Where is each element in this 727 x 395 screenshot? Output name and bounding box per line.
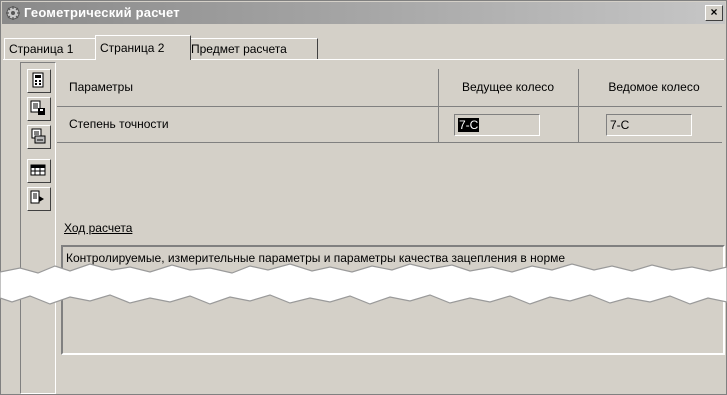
window-title: Геометрический расчет — [24, 5, 180, 20]
header-driving-wheel: Ведущее колесо — [461, 80, 555, 94]
driven-accuracy-field[interactable]: 7-C — [606, 114, 692, 136]
header-driven-wheel: Ведомое колесо — [608, 80, 700, 94]
export-button[interactable] — [27, 187, 51, 211]
side-toolbar — [20, 62, 56, 394]
app-icon — [5, 5, 21, 21]
close-button[interactable]: × — [705, 5, 723, 21]
table-row: Степень точности 7-C 7-C — [57, 106, 722, 143]
calc-log-link[interactable]: Ход расчета — [64, 221, 132, 235]
parameters-table: Параметры Ведущее колесо Ведомое колесо … — [57, 69, 722, 149]
dialog-window: Геометрический расчет × Страница 1 Стран… — [0, 0, 727, 395]
save-button[interactable] — [27, 97, 51, 121]
driving-accuracy-value: 7-C — [458, 118, 480, 132]
torn-paper-break — [0, 263, 727, 305]
driving-accuracy-field[interactable]: 7-C — [454, 114, 540, 136]
driven-accuracy-value: 7-C — [610, 118, 630, 132]
header-parameters: Параметры — [69, 80, 133, 94]
column-divider — [578, 69, 579, 143]
table-button[interactable] — [27, 159, 51, 183]
title-bar[interactable]: Геометрический расчет × — [2, 2, 725, 24]
row-label-accuracy-grade: Степень точности — [69, 117, 169, 131]
column-divider — [438, 69, 439, 143]
table-header-row: Параметры Ведущее колесо Ведомое колесо — [57, 69, 722, 107]
tab-page-1[interactable]: Страница 1 — [4, 38, 100, 60]
tab-calc-subject[interactable]: Предмет расчета — [186, 38, 318, 60]
tab-page-2[interactable]: Страница 2 — [95, 35, 191, 60]
print-button[interactable] — [27, 125, 51, 149]
calculate-button[interactable] — [27, 69, 51, 93]
